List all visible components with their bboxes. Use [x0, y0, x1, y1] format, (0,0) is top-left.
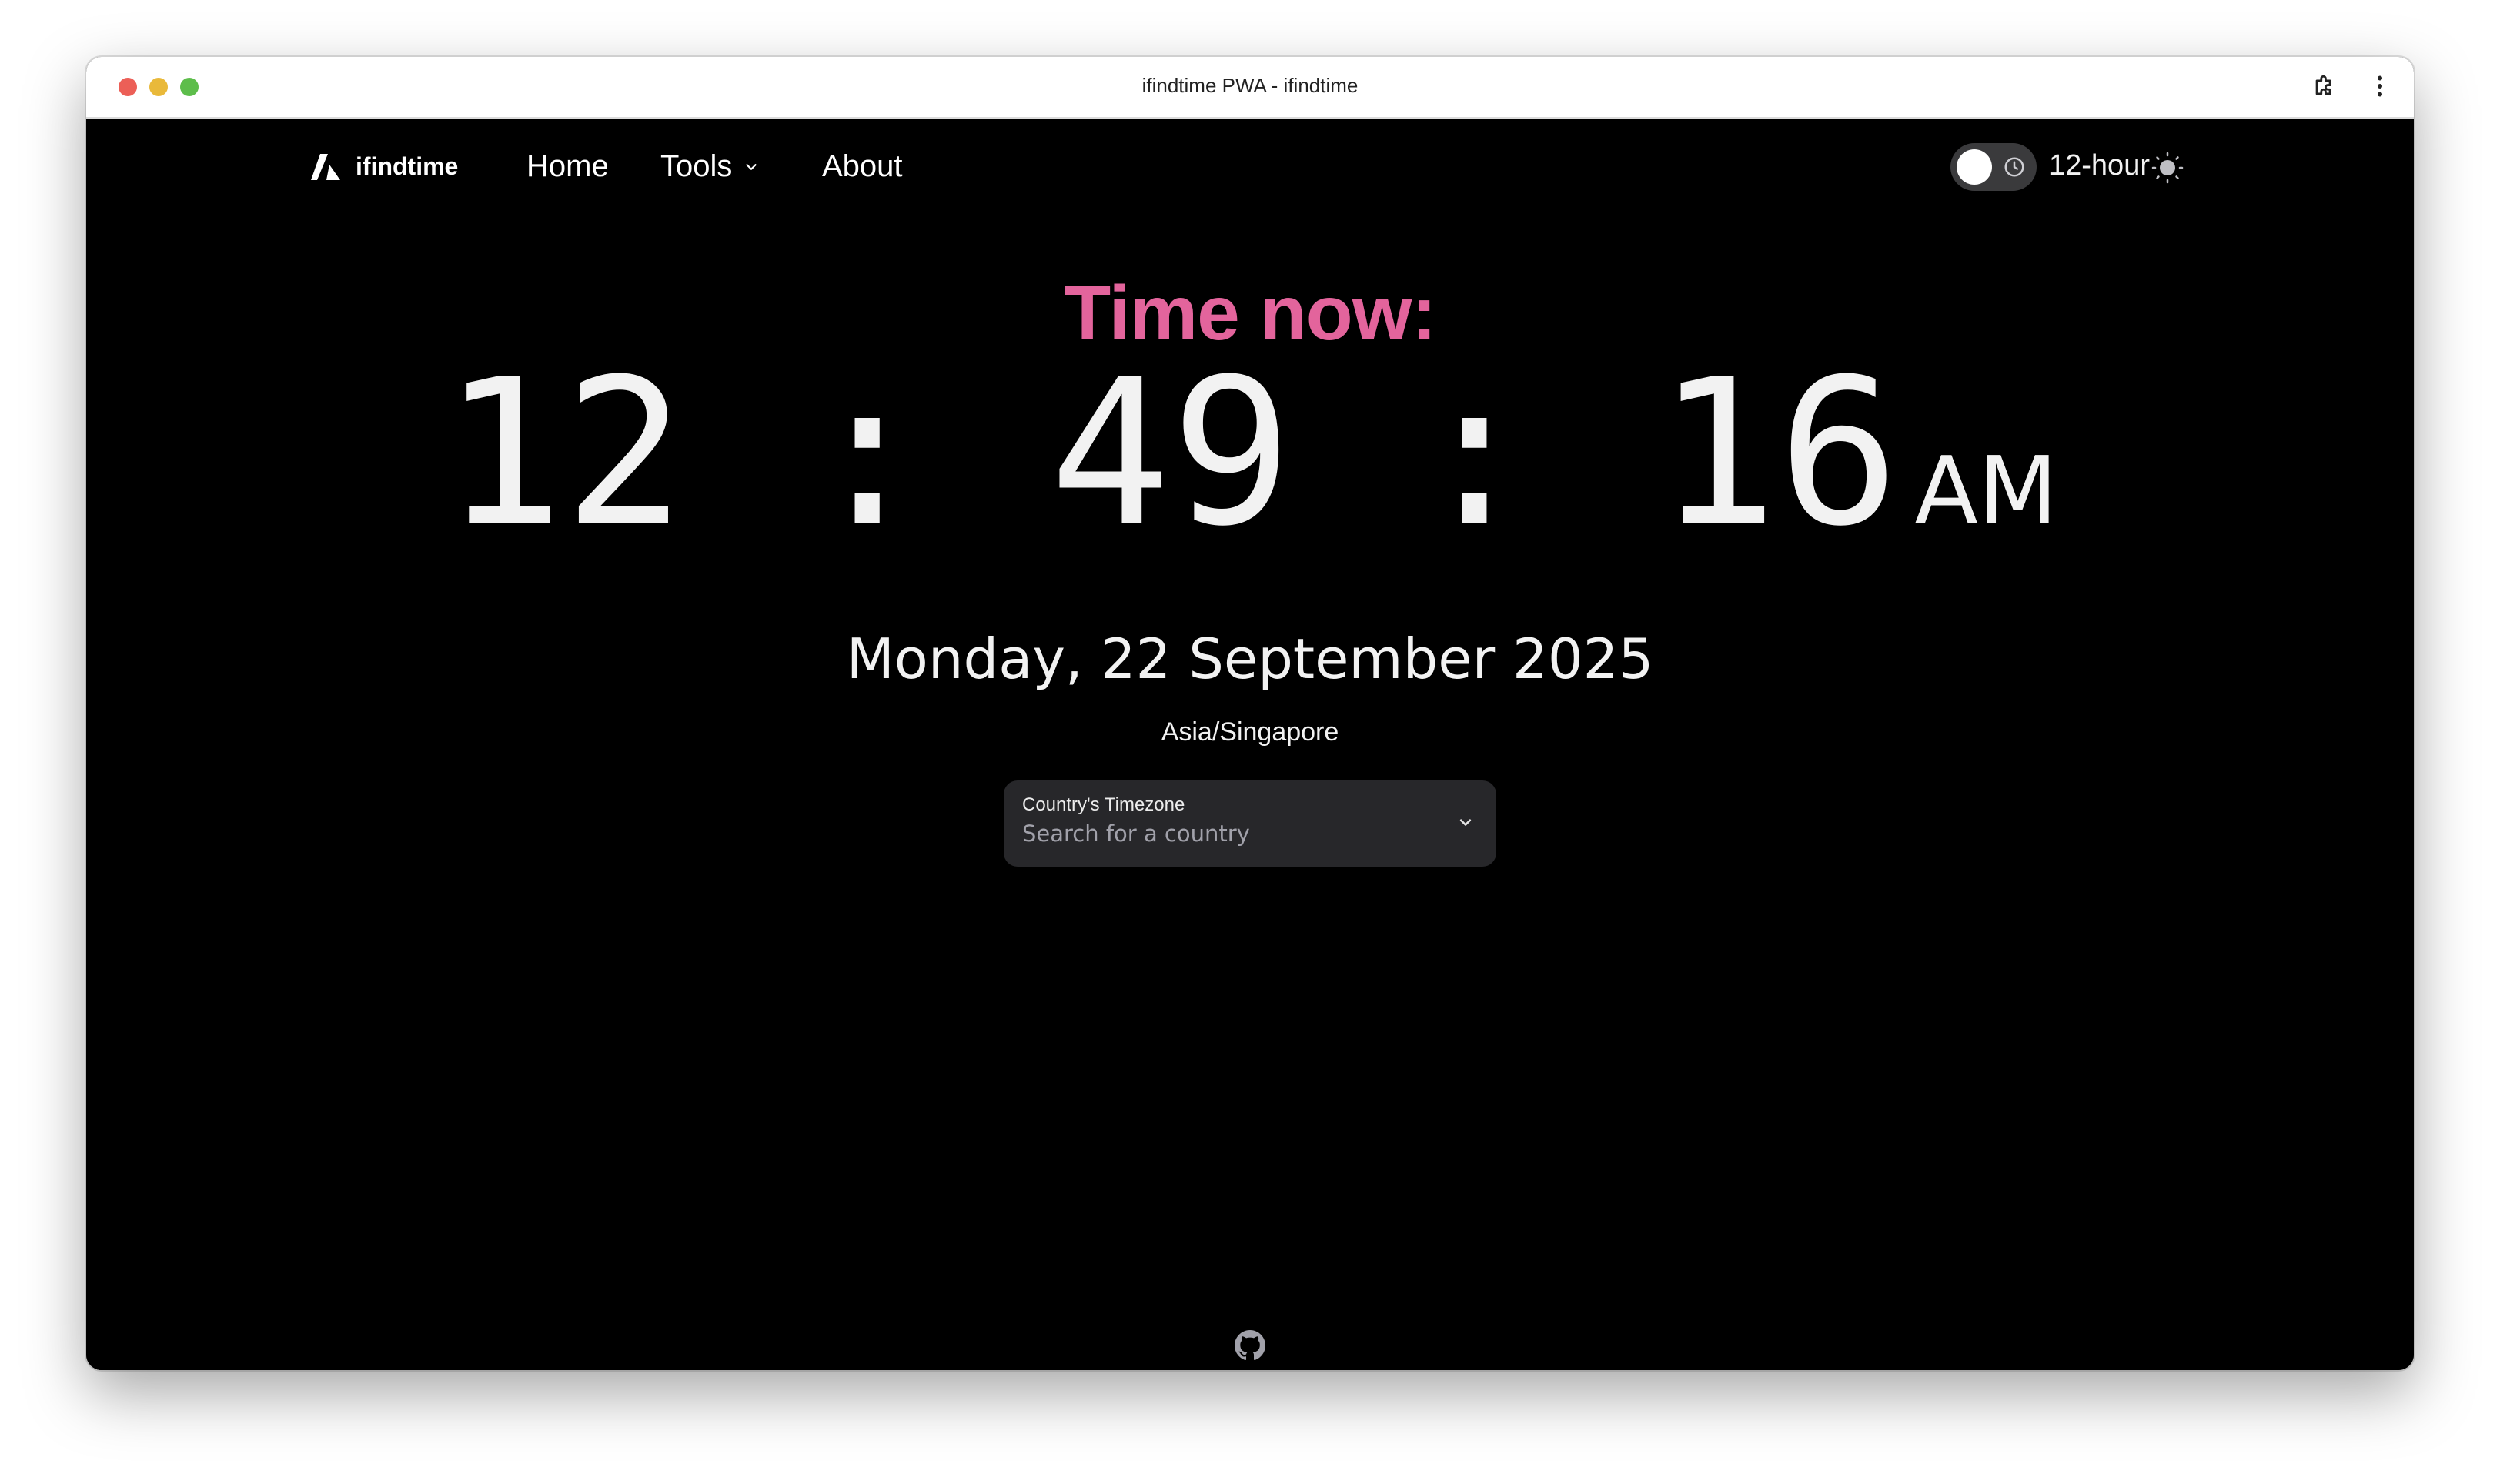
time-format-label: 12-hour	[2049, 149, 2150, 182]
browser-window: ifindtime PWA - ifindtime ifindtime Home…	[86, 57, 2414, 1370]
nav-tools-label: Tools	[660, 149, 733, 183]
window-title: ifindtime PWA - ifindtime	[1141, 74, 1359, 97]
country-search-input[interactable]	[1022, 821, 1422, 847]
nav-home-link[interactable]: Home	[526, 149, 609, 184]
time-format-toggle[interactable]	[1950, 143, 2037, 191]
extensions-icon[interactable]	[2309, 71, 2340, 102]
clock-icon	[2004, 157, 2024, 177]
logo-icon	[311, 153, 340, 180]
current-timezone: Asia/Singapore	[1161, 717, 1339, 747]
app-content: ifindtime Home Tools About 12-hour Time …	[86, 119, 2414, 1370]
digital-clock: 12 : 49 : 16 AM	[86, 342, 2414, 565]
top-nav: ifindtime Home Tools About 12-hour	[86, 119, 2414, 219]
more-options-icon[interactable]	[2365, 71, 2395, 102]
clock-time: 12 : 49 : 16	[442, 336, 1900, 570]
title-bar: ifindtime PWA - ifindtime	[86, 57, 2414, 119]
country-timezone-label: Country's Timezone	[1022, 794, 1185, 815]
clock-ampm: AM	[1914, 438, 2058, 545]
nav-tools-dropdown[interactable]: Tools	[660, 149, 760, 184]
nav-home-label: Home	[526, 149, 609, 183]
github-link[interactable]	[1235, 1330, 1265, 1361]
current-date: Monday, 22 September 2025	[846, 627, 1654, 691]
country-timezone-select[interactable]: Country's Timezone	[1004, 780, 1496, 867]
chevron-down-icon	[1459, 819, 1472, 826]
theme-toggle-button[interactable]	[2151, 151, 2184, 185]
nav-about-link[interactable]: About	[822, 149, 903, 184]
toggle-knob	[1957, 149, 1992, 185]
nav-about-label: About	[822, 149, 903, 183]
sun-icon	[2151, 152, 2184, 184]
brand-name: ifindtime	[356, 152, 459, 180]
github-icon	[1235, 1330, 1265, 1361]
chevron-down-icon	[746, 163, 757, 170]
brand-link[interactable]: ifindtime	[311, 152, 458, 181]
